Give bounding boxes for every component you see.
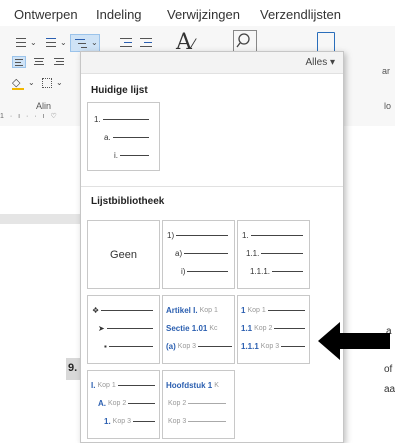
paragraph-group-label: Alin: [36, 101, 52, 111]
tab-verwijzingen[interactable]: Verwijzingen: [167, 7, 240, 22]
library-tile-bullets[interactable]: ❖ ➤ ▪: [87, 295, 160, 364]
chevron-down-icon: ⌄: [56, 78, 63, 87]
ruler: 1 · ı · · ı ♡: [0, 113, 59, 120]
shading-button[interactable]: ◇ ⌄: [12, 77, 38, 90]
heading-number: 9.: [66, 358, 80, 380]
library-tile-article-section[interactable]: Artikel I. Kop 1 Sectie 1.01 Kc (a) Kop 3: [162, 295, 235, 364]
section-title-library: Lijstbibliotheek: [91, 196, 165, 207]
increase-indent-button[interactable]: [138, 36, 154, 50]
chevron-down-icon: ⌄: [60, 38, 67, 47]
page-gap: [0, 214, 80, 224]
gallery-filter-dropdown[interactable]: Alles ▾: [306, 57, 335, 68]
pointer-arrow-icon: [318, 322, 390, 360]
library-tile-decimal[interactable]: 1. 1.1. 1.1.1.: [237, 220, 310, 289]
ribbon-side-text: ar: [382, 66, 391, 76]
tab-verzendlijsten[interactable]: Verzendlijsten: [260, 7, 341, 22]
list-row: a.: [104, 132, 149, 142]
multilevel-list-gallery: Alles ▾ Huidige lijst 1. a. i. Lijstbibl…: [80, 51, 344, 443]
list-row: i.: [114, 150, 149, 160]
multilevel-list-button[interactable]: ⌄: [70, 34, 100, 52]
section-title-current: Huidige lijst: [91, 85, 148, 96]
tile-label: Geen: [110, 248, 137, 261]
divider: [81, 186, 343, 187]
library-tile-parenthesis[interactable]: 1) a) i): [162, 220, 235, 289]
library-tile-none[interactable]: Geen: [87, 220, 160, 289]
chevron-down-icon: ⌄: [91, 38, 98, 47]
tab-indeling[interactable]: Indeling: [96, 7, 142, 22]
align-center-button[interactable]: [32, 56, 46, 68]
document-text-fragment: of: [384, 364, 393, 375]
library-tile-roman-heading[interactable]: I. Kop 1 A. Kop 2 1. Kop 3: [87, 370, 160, 439]
tab-ontwerpen[interactable]: Ontwerpen: [14, 7, 78, 22]
chevron-down-icon: ⌄: [30, 38, 37, 47]
library-tile-heading-numbers[interactable]: 1 Kop 1 1.1 Kop 2 1.1.1 Kop 3: [237, 295, 310, 364]
decrease-indent-button[interactable]: [118, 36, 134, 50]
align-left-button[interactable]: [12, 56, 26, 68]
ribbon-tab-bar: Ontwerpen Indeling Verwijzingen Verzendl…: [0, 0, 395, 26]
ribbon-group-label-right: lo: [384, 101, 392, 111]
list-row: 1.: [94, 114, 149, 124]
align-right-button[interactable]: [52, 56, 66, 68]
search-icon[interactable]: [233, 30, 257, 52]
gallery-header: Alles ▾: [81, 52, 343, 74]
document-text-fragment: aa: [384, 384, 395, 395]
current-list-tile[interactable]: 1. a. i.: [87, 102, 160, 171]
borders-button[interactable]: ⌄: [42, 78, 68, 90]
library-tile-chapter[interactable]: Hoofdstuk 1K Kop 2 Kop 3: [162, 370, 235, 439]
bullets-button[interactable]: ⌄: [12, 36, 40, 50]
chevron-down-icon: ⌄: [28, 78, 35, 87]
numbering-button[interactable]: ⌄: [42, 36, 70, 50]
